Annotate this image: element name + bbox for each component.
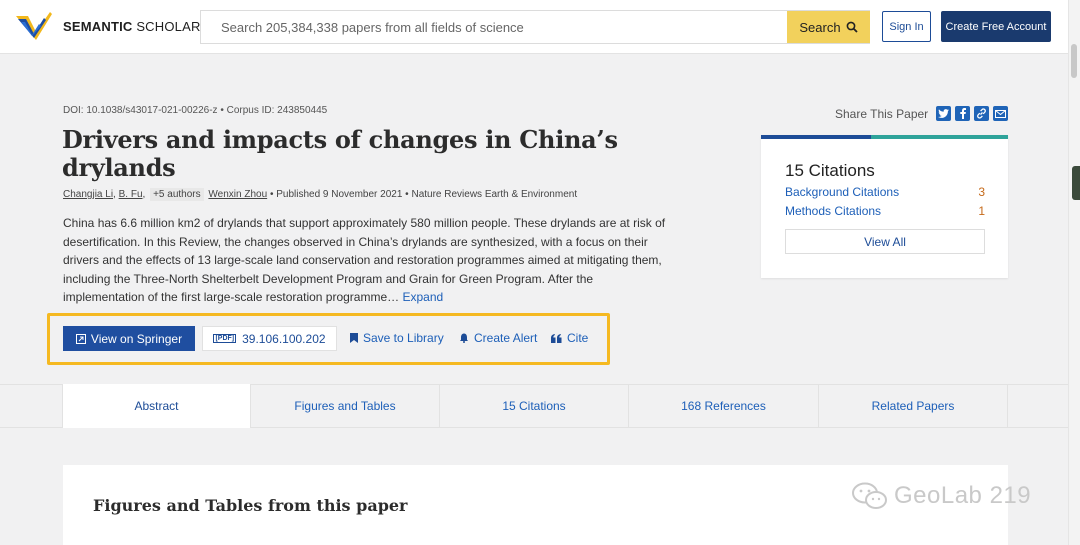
create-alert-button[interactable]: Create Alert bbox=[459, 331, 537, 345]
tab-related-papers[interactable]: Related Papers bbox=[819, 384, 1008, 428]
cite-label: Cite bbox=[567, 331, 589, 345]
wechat-icon bbox=[852, 482, 887, 509]
background-citations-label: Background Citations bbox=[785, 185, 900, 199]
create-alert-label: Create Alert bbox=[474, 331, 538, 345]
paper-title: Drivers and impacts of changes in China’… bbox=[62, 125, 618, 182]
sign-in-button[interactable]: Sign In bbox=[882, 11, 931, 42]
figures-section-title: Figures and Tables from this paper bbox=[93, 496, 408, 515]
more-authors-button[interactable]: +5 authors bbox=[150, 188, 204, 201]
view-all-citations-button[interactable]: View All bbox=[785, 229, 985, 254]
methods-citations-link[interactable]: Methods Citations 1 bbox=[785, 204, 985, 218]
author-line: Changjia Li, B. Fu, +5 authors Wenxin Zh… bbox=[63, 188, 578, 201]
create-account-button[interactable]: Create Free Account bbox=[941, 11, 1051, 42]
external-link-icon bbox=[75, 333, 86, 344]
search-input[interactable] bbox=[201, 11, 787, 43]
doi-corpus-line: DOI: 10.1038/s43017-021-00226-z • Corpus… bbox=[63, 105, 328, 116]
tab-references[interactable]: 168 References bbox=[629, 384, 819, 428]
brand-light: SCHOLAR bbox=[136, 19, 201, 34]
methods-citations-label: Methods Citations bbox=[785, 204, 882, 218]
watermark: GeoLab 219 bbox=[852, 482, 1031, 510]
search-icon bbox=[846, 21, 858, 33]
author-link[interactable]: Changjia Li bbox=[63, 189, 113, 200]
tab-abstract[interactable]: Abstract bbox=[62, 384, 251, 428]
page-scrollbar[interactable] bbox=[1068, 0, 1080, 545]
search-box: Search bbox=[200, 10, 870, 44]
watermark-text: GeoLab 219 bbox=[894, 482, 1032, 509]
publication-info: • Published 9 November 2021 • Nature Rev… bbox=[269, 189, 578, 200]
background-citations-link[interactable]: Background Citations 3 bbox=[785, 185, 985, 199]
save-to-library-button[interactable]: Save to Library bbox=[350, 331, 444, 345]
bookmark-icon bbox=[350, 333, 358, 343]
brand-name[interactable]: SEMANTIC SCHOLAR bbox=[63, 19, 201, 34]
pdf-link-label: 39.106.100.202 bbox=[242, 331, 326, 346]
share-label: Share This Paper bbox=[835, 106, 929, 121]
pdf-link-button[interactable]: [PDF] 39.106.100.202 bbox=[202, 326, 337, 351]
tab-figures-and-tables[interactable]: Figures and Tables bbox=[251, 384, 440, 428]
email-icon[interactable] bbox=[993, 106, 1009, 121]
facebook-icon[interactable] bbox=[955, 106, 971, 121]
author-link[interactable]: Wenxin Zhou bbox=[208, 189, 267, 200]
author-link[interactable]: B. Fu bbox=[119, 189, 143, 200]
tab-citations[interactable]: 15 Citations bbox=[440, 384, 629, 428]
view-on-springer-button[interactable]: View on Springer bbox=[63, 326, 195, 351]
citations-card-accent bbox=[761, 135, 871, 139]
pdf-tag: [PDF] bbox=[213, 334, 237, 343]
background-citations-count: 3 bbox=[978, 185, 985, 199]
cite-button[interactable]: Cite bbox=[551, 331, 588, 345]
link-icon[interactable] bbox=[974, 106, 990, 121]
save-to-library-label: Save to Library bbox=[363, 331, 444, 345]
share-section: Share This Paper bbox=[835, 106, 1009, 121]
brand-bold: SEMANTIC bbox=[63, 19, 133, 34]
quote-icon bbox=[551, 333, 562, 343]
view-on-springer-label: View on Springer bbox=[90, 331, 183, 346]
citations-count[interactable]: 15 Citations bbox=[785, 161, 875, 181]
abstract-body: China has 6.6 million km2 of drylands th… bbox=[63, 216, 666, 304]
scrollbar-thumb[interactable] bbox=[1071, 44, 1077, 78]
bell-icon bbox=[460, 333, 468, 343]
twitter-icon[interactable] bbox=[936, 106, 952, 121]
search-button-label: Search bbox=[799, 19, 841, 35]
methods-citations-count: 1 bbox=[978, 204, 985, 218]
expand-link[interactable]: Expand bbox=[402, 290, 443, 304]
side-widget-tab[interactable] bbox=[1072, 166, 1080, 200]
abstract-text: China has 6.6 million km2 of drylands th… bbox=[63, 214, 668, 307]
semantic-scholar-logo[interactable] bbox=[14, 10, 54, 42]
search-button[interactable]: Search bbox=[787, 11, 870, 43]
